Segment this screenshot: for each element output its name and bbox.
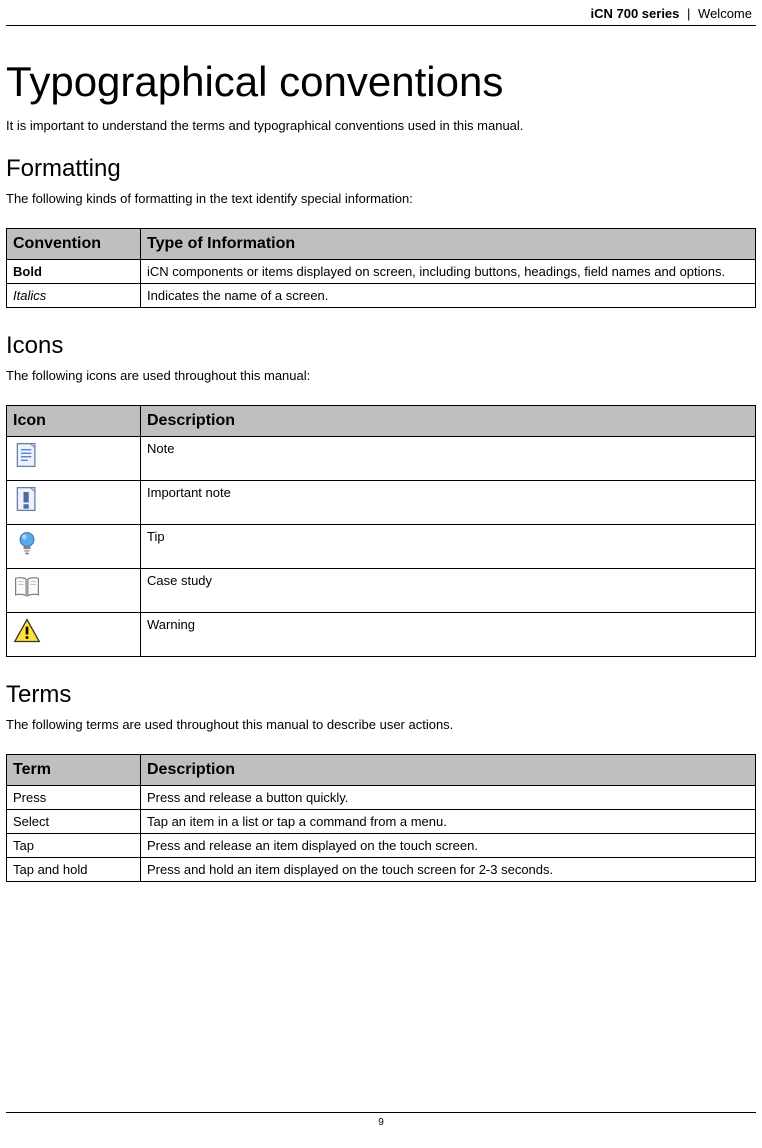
case-study-description: Case study <box>141 569 756 613</box>
table-row: Italics Indicates the name of a screen. <box>7 284 756 308</box>
page-header: iCN 700 series | Welcome <box>6 0 756 26</box>
table-row: Tap and hold Press and hold an item disp… <box>7 858 756 882</box>
formatting-convention-italics: Italics <box>7 284 141 308</box>
term-tap-desc: Press and release an item displayed on t… <box>141 834 756 858</box>
term-press-desc: Press and release a button quickly. <box>141 786 756 810</box>
formatting-heading: Formatting <box>6 155 756 183</box>
tip-description: Tip <box>141 525 756 569</box>
tip-icon-cell <box>7 525 141 569</box>
case-study-icon <box>13 573 41 601</box>
icons-table: Icon Description Note Important note <box>6 405 756 657</box>
header-series: iCN 700 series <box>591 6 680 21</box>
table-row: Select Tap an item in a list or tap a co… <box>7 810 756 834</box>
term-tap-and-hold-desc: Press and hold an item displayed on the … <box>141 858 756 882</box>
term-select-desc: Tap an item in a list or tap a command f… <box>141 810 756 834</box>
table-row: Press Press and release a button quickly… <box>7 786 756 810</box>
formatting-info-bold: iCN components or items displayed on scr… <box>141 260 756 284</box>
warning-icon-cell <box>7 613 141 657</box>
term-select: Select <box>7 810 141 834</box>
icons-intro: The following icons are used throughout … <box>6 368 756 383</box>
page-title: Typographical conventions <box>6 58 756 106</box>
terms-header-term: Term <box>7 755 141 786</box>
term-press: Press <box>7 786 141 810</box>
formatting-info-italics: Indicates the name of a screen. <box>141 284 756 308</box>
term-tap-and-hold: Tap and hold <box>7 858 141 882</box>
terms-heading: Terms <box>6 681 756 709</box>
formatting-table: Convention Type of Information Bold iCN … <box>6 228 756 308</box>
table-row: Case study <box>7 569 756 613</box>
note-icon <box>13 441 41 469</box>
formatting-header-convention: Convention <box>7 229 141 260</box>
table-header-row: Term Description <box>7 755 756 786</box>
page-number: 9 <box>378 1117 384 1128</box>
terms-intro: The following terms are used throughout … <box>6 717 756 732</box>
formatting-intro: The following kinds of formatting in the… <box>6 191 756 206</box>
table-row: Bold iCN components or items displayed o… <box>7 260 756 284</box>
case-study-icon-cell <box>7 569 141 613</box>
terms-header-description: Description <box>141 755 756 786</box>
note-description: Note <box>141 437 756 481</box>
table-row: Important note <box>7 481 756 525</box>
important-note-description: Important note <box>141 481 756 525</box>
formatting-header-info: Type of Information <box>141 229 756 260</box>
page-footer: 9 <box>6 1112 756 1130</box>
tip-icon <box>13 529 41 557</box>
icons-header-description: Description <box>141 406 756 437</box>
table-row: Tap Press and release an item displayed … <box>7 834 756 858</box>
header-section: Welcome <box>698 6 752 21</box>
important-note-icon-cell <box>7 481 141 525</box>
terms-table: Term Description Press Press and release… <box>6 754 756 882</box>
warning-icon <box>13 617 41 645</box>
formatting-convention-bold: Bold <box>7 260 141 284</box>
icons-heading: Icons <box>6 332 756 360</box>
table-row: Tip <box>7 525 756 569</box>
intro-paragraph: It is important to understand the terms … <box>6 118 756 133</box>
warning-description: Warning <box>141 613 756 657</box>
table-row: Warning <box>7 613 756 657</box>
term-tap: Tap <box>7 834 141 858</box>
header-separator: | <box>683 6 694 21</box>
table-header-row: Convention Type of Information <box>7 229 756 260</box>
note-icon-cell <box>7 437 141 481</box>
table-header-row: Icon Description <box>7 406 756 437</box>
table-row: Note <box>7 437 756 481</box>
icons-header-icon: Icon <box>7 406 141 437</box>
important-note-icon <box>13 485 41 513</box>
